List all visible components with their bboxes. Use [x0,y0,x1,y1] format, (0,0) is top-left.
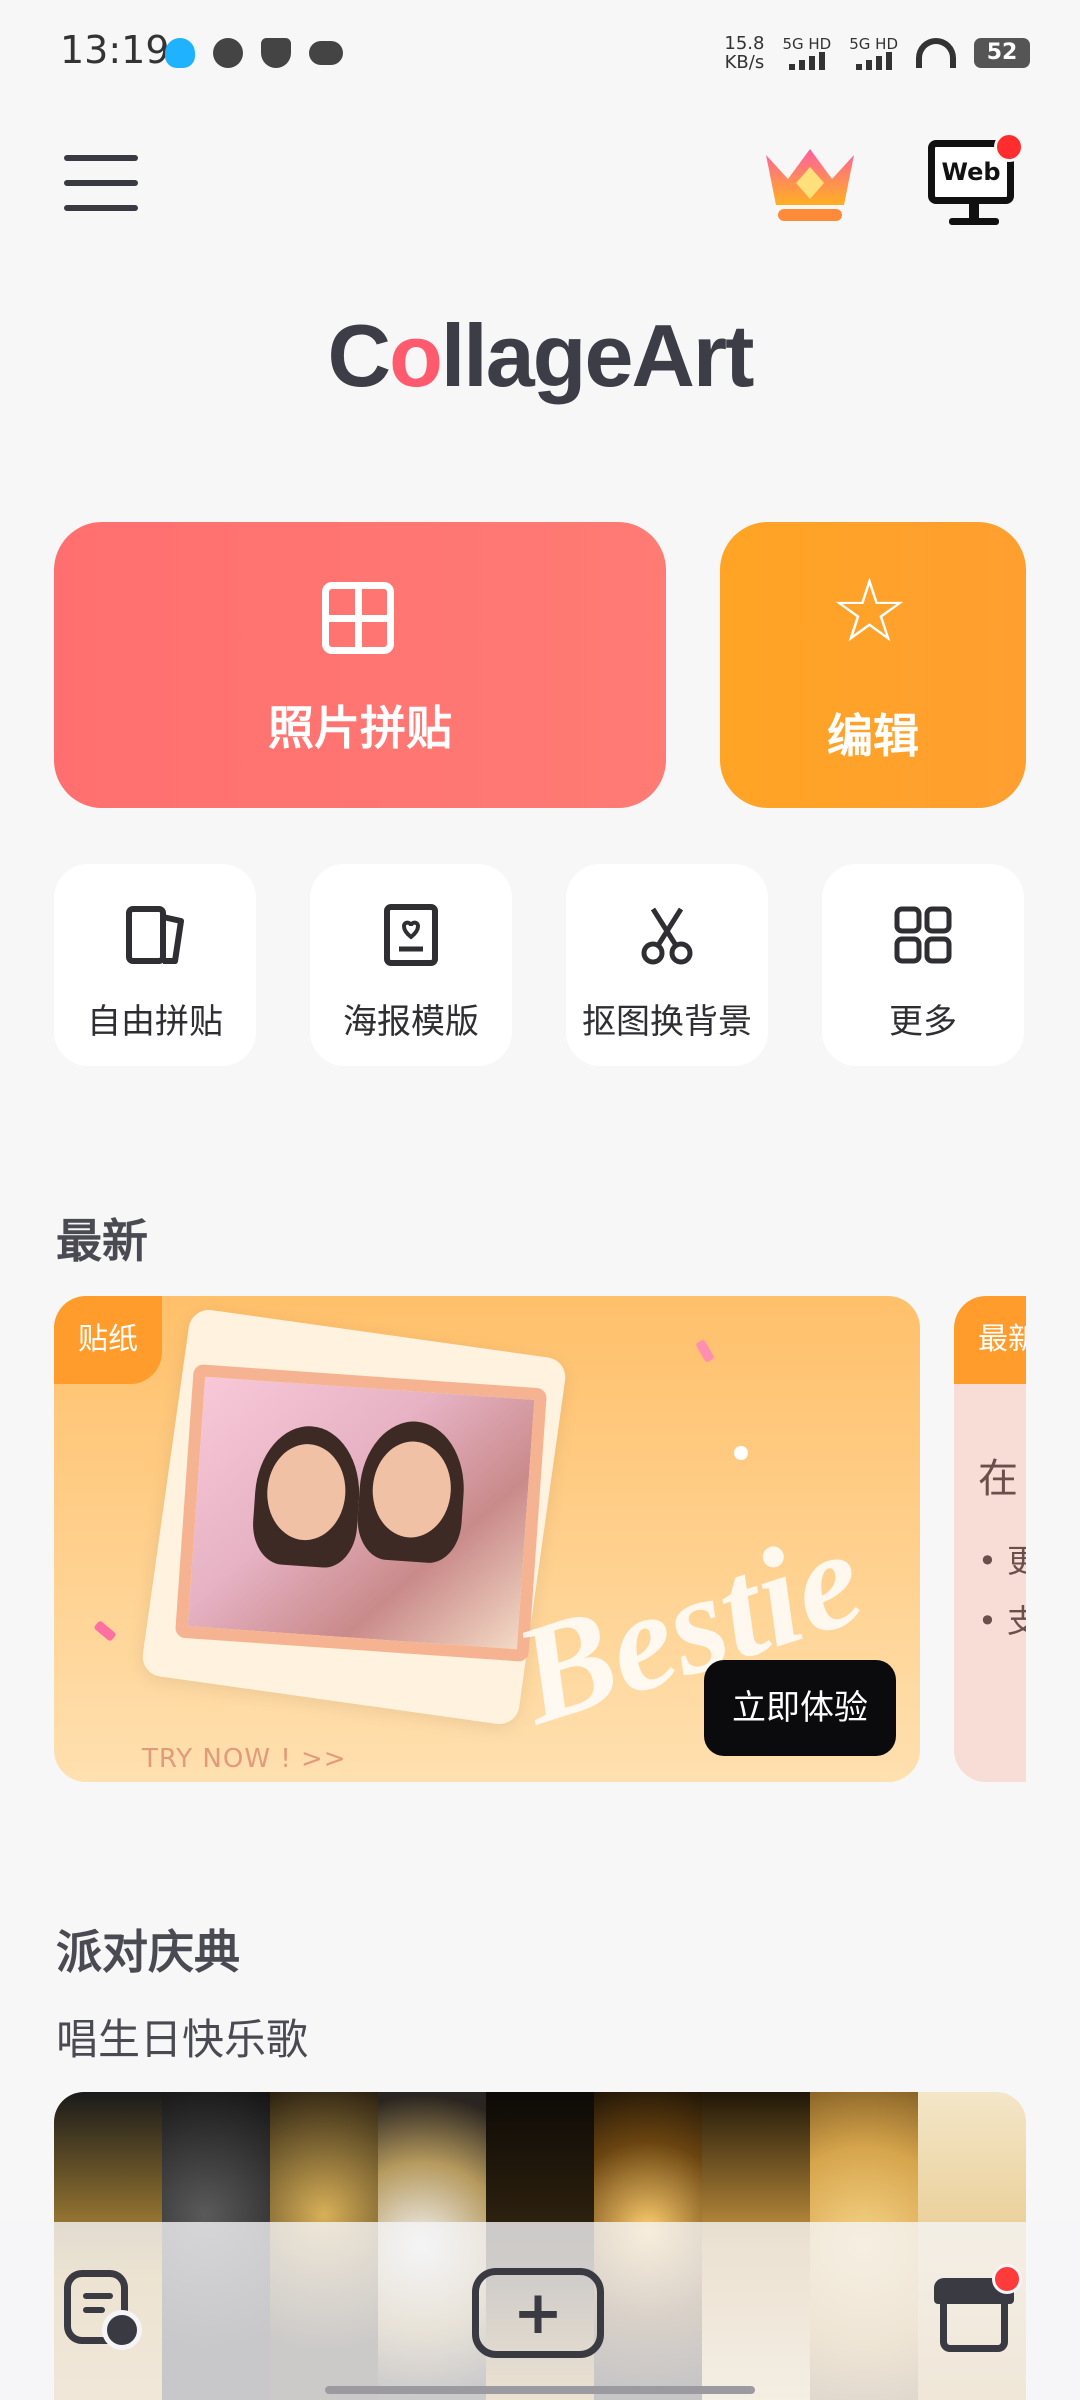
bottom-navigation: + [0,2222,1080,2400]
home-indicator[interactable] [325,2386,755,2394]
status-bar: 13:19 15.8 KB/s 5G HD 5G HD 52 [0,0,1080,110]
photo-collage-label: 照片拼贴 [268,701,452,755]
network-speed: 15.8 KB/s [724,33,765,73]
sticker-banner[interactable]: Bestie TRY NOW ! >> 贴纸 立即体验 [54,1296,920,1782]
sim2-signal: 5G HD [849,36,898,70]
photo-collage-button[interactable]: 照片拼贴 [54,522,666,808]
qq-icon [165,38,195,68]
more-grid-icon [894,906,952,964]
signal-bars-icon [782,52,831,70]
menu-button[interactable] [64,155,138,211]
try-now-hint: TRY NOW ! >> [142,1744,347,1774]
sticker-tag: 贴纸 [54,1296,162,1384]
menu-icon [64,155,138,161]
more-tile[interactable]: 更多 [822,864,1024,1066]
premium-crown-button[interactable] [760,145,860,225]
cloud-icon [309,41,343,65]
shield-icon [261,38,291,68]
poster-template-tile[interactable]: 海报模版 [310,864,512,1066]
edit-button[interactable]: ☆ 编辑 [720,522,1026,808]
add-button[interactable]: + [472,2268,604,2358]
grid-icon [322,582,394,654]
wifi-icon [916,38,956,68]
latest-tag: 最新 [954,1296,1026,1384]
store-button[interactable] [934,2264,1022,2352]
sim1-signal: 5G HD [782,36,831,70]
add-icon: + [512,2278,564,2348]
poster-icon [384,904,438,966]
status-right: 15.8 KB/s 5G HD 5G HD 52 [724,34,1030,72]
app-logo: CollageArt [327,306,755,405]
banner-photo [174,1363,548,1663]
message-icon [213,38,243,68]
try-now-button[interactable]: 立即体验 [704,1660,896,1756]
party-section-title: 派对庆典 [56,1925,240,1979]
cutout-background-tile[interactable]: 抠图换背景 [566,864,768,1066]
edit-label: 编辑 [827,709,919,763]
web-button[interactable]: Web [928,132,1024,232]
status-notification-icons [165,38,343,68]
battery-icon: 52 [974,38,1030,68]
party-section-subtitle: 唱生日快乐歌 [56,2015,309,2064]
scissors-icon [641,907,693,965]
history-button[interactable] [64,2270,142,2350]
latest-banner-2[interactable]: 最新 在 • 更 • 支 [954,1296,1026,1782]
free-collage-tile[interactable]: 自由拼贴 [54,864,256,1066]
latest-section-title: 最新 [56,1214,148,1268]
magic-star-icon: ☆ [830,559,909,662]
clock-icon [102,2310,142,2350]
notification-dot [994,132,1024,162]
crown-icon [766,149,854,221]
status-time: 13:19 [60,28,170,72]
heart-o-icon: o [389,306,443,405]
free-collage-icon [126,906,184,964]
notification-dot [992,2264,1022,2294]
signal-bars-icon [849,52,898,70]
